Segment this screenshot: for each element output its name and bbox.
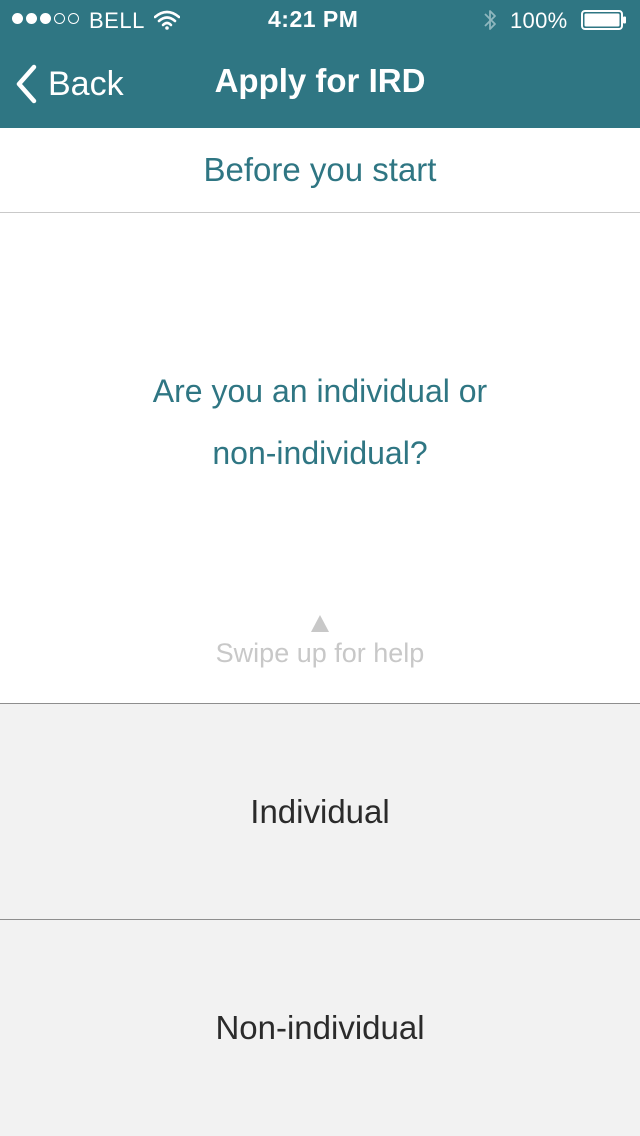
status-time: 4:21 PM bbox=[268, 6, 359, 32]
wifi-icon bbox=[154, 10, 180, 30]
top-bar: BELL 4:21 PM 100% Back Apply for IRD bbox=[0, 0, 640, 128]
question-line-2: non-individual? bbox=[212, 435, 428, 471]
bluetooth-icon bbox=[484, 10, 496, 30]
option-non-individual-label: Non-individual bbox=[215, 1009, 425, 1046]
option-individual-label: Individual bbox=[250, 793, 390, 830]
swipe-hint[interactable]: Swipe up for help bbox=[0, 638, 640, 669]
option-non-individual-button[interactable]: Non-individual bbox=[0, 919, 640, 1136]
section-header-label: Before you start bbox=[203, 151, 437, 188]
option-individual-button[interactable]: Individual bbox=[0, 703, 640, 920]
battery-icon bbox=[581, 10, 626, 30]
back-button-label: Back bbox=[48, 64, 124, 103]
carrier-name: BELL bbox=[89, 8, 145, 33]
section-header: Before you start bbox=[0, 128, 640, 213]
signal-strength-icon bbox=[12, 13, 79, 24]
question-text: Are you an individual or non-individual? bbox=[60, 360, 580, 484]
status-bar: BELL 4:21 PM 100% bbox=[0, 0, 640, 40]
question-line-1: Are you an individual or bbox=[152, 373, 488, 409]
chevron-left-icon bbox=[16, 64, 37, 104]
arrow-up-icon bbox=[311, 615, 329, 632]
battery-percent: 100% bbox=[510, 8, 568, 33]
back-button[interactable]: Back bbox=[14, 60, 124, 108]
screen: BELL 4:21 PM 100% Back Apply for IRD Bef… bbox=[0, 0, 640, 1136]
